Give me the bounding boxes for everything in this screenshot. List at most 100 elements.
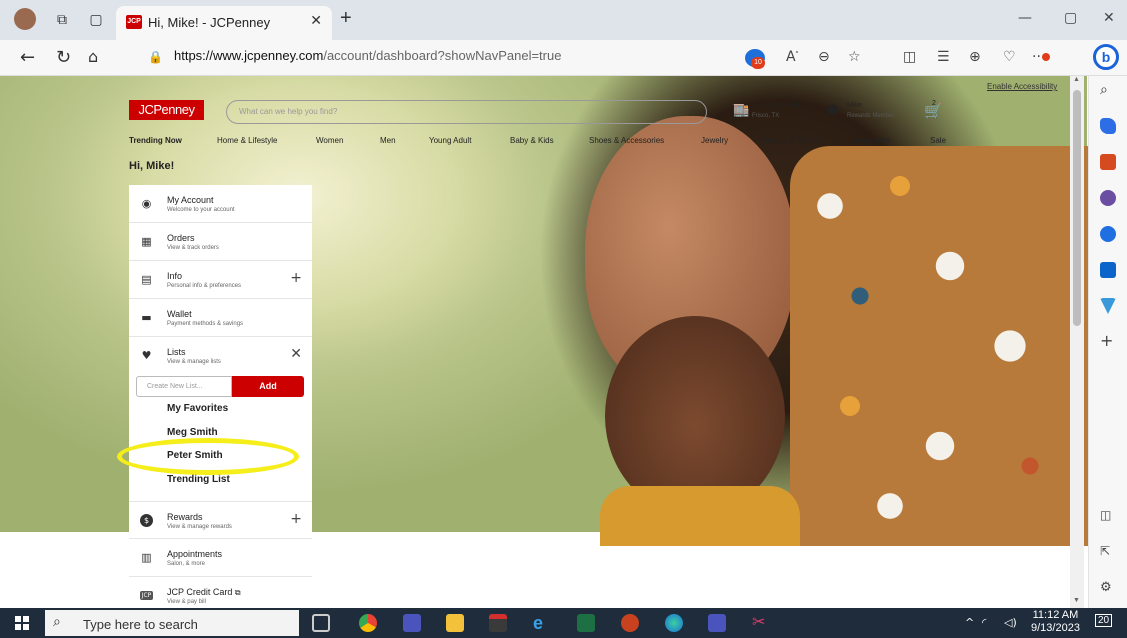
- list-item[interactable]: Trending List: [167, 474, 230, 485]
- nav-young-adult[interactable]: Young Adult: [429, 136, 471, 145]
- refresh-button[interactable]: ↻: [56, 47, 71, 68]
- jcpenney-logo[interactable]: JCPenney: [129, 100, 204, 120]
- row-title: Lists: [167, 347, 186, 357]
- nav-jewelry[interactable]: Jewelry: [701, 136, 728, 145]
- tab-actions-icon[interactable]: ▢: [87, 11, 105, 29]
- browser-tab[interactable]: JCP Hi, Mike! - JCPenney ✕: [116, 6, 332, 40]
- excel-icon[interactable]: [577, 614, 595, 632]
- panel-row-info[interactable]: ▤ Info Personal info & preferences +: [129, 261, 312, 299]
- close-window-button[interactable]: ✕: [1103, 10, 1115, 26]
- close-tab-icon[interactable]: ✕: [310, 12, 322, 29]
- file-explorer-icon[interactable]: [446, 614, 464, 632]
- chrome-icon[interactable]: [359, 614, 377, 632]
- nav-sale[interactable]: Sale: [930, 136, 946, 145]
- back-button[interactable]: ←: [20, 47, 35, 68]
- site-search-input[interactable]: What can we help you find? ⌕: [226, 100, 707, 124]
- nav-home-lifestyle[interactable]: Home & Lifestyle: [217, 136, 277, 145]
- store-app-icon[interactable]: [489, 614, 507, 632]
- split-screen-icon[interactable]: ◫: [903, 49, 916, 65]
- edge-icon[interactable]: [665, 614, 683, 632]
- extension-badge[interactable]: 10: [745, 49, 767, 69]
- collapse-close-icon[interactable]: ✕: [290, 347, 302, 361]
- favorite-star-icon[interactable]: ☆: [848, 49, 861, 65]
- sidebar-tools-icon[interactable]: [1100, 154, 1116, 170]
- browser-essentials-icon[interactable]: ♡: [1003, 49, 1016, 65]
- lock-icon[interactable]: 🔒: [148, 50, 163, 64]
- add-list-button[interactable]: Add: [232, 376, 304, 397]
- internet-explorer-icon[interactable]: e: [533, 614, 551, 632]
- tray-expand-icon[interactable]: ^: [965, 616, 974, 629]
- network-icon[interactable]: ◜: [982, 616, 986, 629]
- nav-trending-now[interactable]: Trending Now: [129, 136, 182, 145]
- expand-plus-icon[interactable]: +: [290, 512, 302, 526]
- nav-women[interactable]: Women: [316, 136, 343, 145]
- nav-men[interactable]: Men: [380, 136, 396, 145]
- scrollbar-thumb[interactable]: [1073, 90, 1081, 326]
- task-view-icon[interactable]: [312, 614, 330, 632]
- sidebar-search-icon[interactable]: ⌕: [1100, 82, 1116, 98]
- volume-icon[interactable]: ◁): [1004, 616, 1017, 629]
- teams-notify-icon[interactable]: [708, 614, 726, 632]
- scroll-down-arrow-icon[interactable]: ▼: [1073, 597, 1080, 604]
- notification-center-icon[interactable]: 20: [1095, 614, 1113, 627]
- taskbar-search-box[interactable]: ⌕ Type here to search: [45, 610, 299, 636]
- nav-shoes-accessories[interactable]: Shoes & Accessories: [589, 136, 664, 145]
- minimize-button[interactable]: —: [1018, 10, 1032, 26]
- store-name[interactable]: Stonebriar Mall: [752, 102, 799, 109]
- profile-avatar[interactable]: [14, 8, 36, 30]
- sidebar-add-icon[interactable]: +: [1100, 331, 1116, 350]
- edge-sidebar: ⌕ + ◫ ⇱ ⚙: [1088, 76, 1127, 608]
- user-icon[interactable]: ●: [827, 102, 838, 117]
- sidebar-shopping-icon[interactable]: [1100, 118, 1116, 134]
- search-placeholder: What can we help you find?: [239, 107, 338, 116]
- scroll-up-arrow-icon[interactable]: ▲: [1073, 76, 1080, 83]
- nav-baby-kids[interactable]: Baby & Kids: [510, 136, 554, 145]
- zoom-icon[interactable]: ⊖: [818, 49, 830, 65]
- system-clock[interactable]: 11:12 AM 9/13/2023: [1031, 609, 1080, 635]
- sidebar-games-icon[interactable]: [1100, 190, 1116, 206]
- nav-beauty-salon[interactable]: Beauty & Salon: [762, 136, 817, 145]
- powerpoint-icon[interactable]: [621, 614, 639, 632]
- credit-card-icon: JCP: [140, 591, 153, 600]
- expand-plus-icon[interactable]: +: [290, 271, 302, 285]
- panel-row-appointments[interactable]: ▥ Appointments Salon, & more: [129, 539, 312, 577]
- collections-icon[interactable]: ⊕: [969, 49, 981, 65]
- sidebar-drop-icon[interactable]: [1100, 298, 1116, 314]
- panel-row-credit-card[interactable]: JCP JCP Credit Card ⧉ View & pay bill: [129, 577, 312, 608]
- page-greeting: Hi, Mike!: [129, 160, 175, 172]
- favorites-icon[interactable]: ☰: [937, 49, 950, 65]
- panel-row-rewards[interactable]: $ Rewards View & manage rewards +: [129, 501, 312, 539]
- read-aloud-icon[interactable]: Aᵃ: [786, 49, 798, 65]
- row-subtitle: Personal info & preferences: [167, 283, 242, 289]
- enable-accessibility-link[interactable]: Enable Accessibility: [987, 82, 1057, 91]
- row-subtitle: View & track orders: [167, 245, 219, 251]
- sidebar-outlook-icon[interactable]: [1100, 262, 1116, 278]
- user-name[interactable]: Mike: [847, 102, 862, 109]
- panel-row-wallet[interactable]: ▬ Wallet Payment methods & savings: [129, 299, 312, 337]
- sidebar-settings-icon[interactable]: ⚙: [1100, 580, 1116, 596]
- page-scrollbar[interactable]: ▲ ▼: [1070, 76, 1084, 608]
- cart-count: 2: [932, 100, 936, 107]
- new-tab-button[interactable]: +: [340, 8, 352, 28]
- restore-button[interactable]: ▢: [1064, 10, 1077, 26]
- workspaces-icon[interactable]: ⧉: [53, 11, 71, 29]
- search-icon[interactable]: ⌕: [689, 104, 696, 119]
- account-nav-panel: ◉ My Account Welcome to your account ▦ O…: [129, 185, 312, 608]
- list-item[interactable]: Meg Smith: [167, 427, 218, 438]
- external-link-icon: ⧉: [234, 588, 241, 597]
- nav-inspiration[interactable]: Inspiration: [853, 136, 890, 145]
- panel-row-my-account[interactable]: ◉ My Account Welcome to your account: [129, 185, 312, 223]
- sidebar-hide-icon[interactable]: ◫: [1100, 508, 1116, 524]
- windows-start-icon[interactable]: [15, 616, 29, 630]
- bing-chat-icon[interactable]: b: [1093, 44, 1119, 70]
- teams-icon[interactable]: [403, 614, 421, 632]
- sidebar-m365-icon[interactable]: [1100, 226, 1116, 242]
- home-button[interactable]: ⌂: [88, 47, 98, 66]
- more-menu-icon[interactable]: ··: [1032, 49, 1050, 65]
- sidebar-external-icon[interactable]: ⇱: [1100, 544, 1116, 560]
- panel-row-orders[interactable]: ▦ Orders View & track orders: [129, 223, 312, 261]
- list-item[interactable]: My Favorites: [167, 403, 228, 414]
- snipping-tool-icon[interactable]: ✂: [752, 614, 770, 632]
- new-list-input[interactable]: Create New List...: [136, 376, 232, 397]
- panel-row-lists[interactable]: ♥ Lists View & manage lists ✕: [129, 337, 312, 375]
